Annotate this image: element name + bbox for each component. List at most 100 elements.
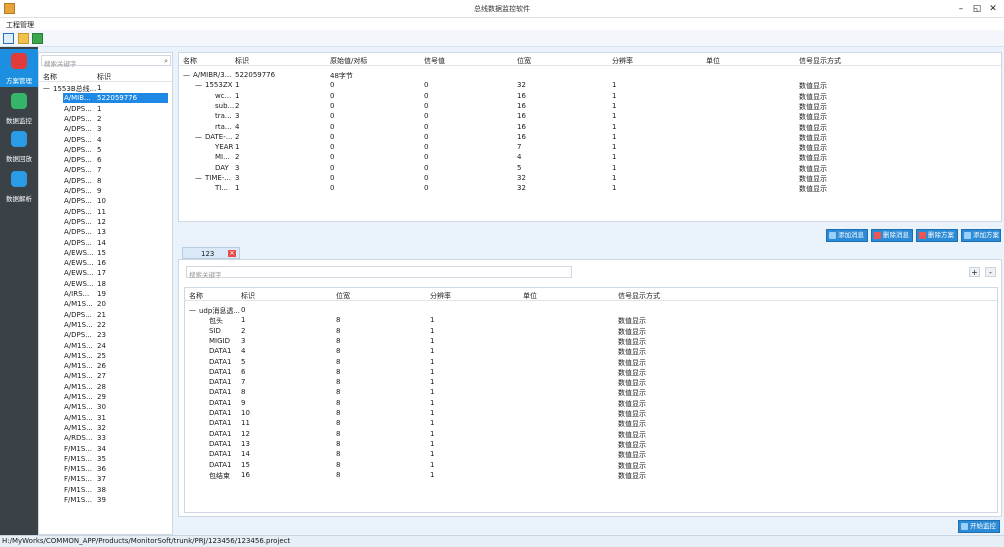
nav-parse[interactable]: 数据解析 — [0, 167, 38, 205]
table-row[interactable]: MIGID 3 8 1 数值显示 — [185, 336, 997, 346]
table-row[interactable]: TI... 1 0 0 32 1 数值显示 — [179, 183, 1001, 193]
table-row[interactable]: 包结束 16 8 1 数值显示 — [185, 470, 997, 480]
table-row[interactable]: MI... 2 0 0 4 1 数值显示 — [179, 152, 1001, 162]
table-row[interactable]: DATA1 6 8 1 数值显示 — [185, 367, 997, 377]
table-row[interactable]: —1553ZX 1 0 0 32 1 数值显示 — [179, 80, 1001, 90]
tree-toggle[interactable]: — — [189, 306, 196, 314]
minimize-button[interactable]: – — [954, 3, 968, 15]
add-message-button[interactable]: 添加消息 — [826, 229, 868, 242]
nav-scheme[interactable]: 方案管理 — [0, 49, 38, 87]
tree-item[interactable]: A/M1S... 31 — [39, 413, 172, 423]
tree-item[interactable]: F/M1S... 34 — [39, 444, 172, 454]
table-row[interactable]: 包头 1 8 1 数值显示 — [185, 315, 997, 325]
tree-item[interactable]: A/EWS... 18 — [39, 279, 172, 289]
nav-monitor[interactable]: 数据监控 — [0, 89, 38, 127]
column-header[interactable]: 名称 — [189, 291, 203, 301]
tree-item[interactable]: A/M1S... 20 — [39, 299, 172, 309]
tree-toggle[interactable]: — — [195, 81, 202, 89]
tree-item[interactable]: A/DPS... 13 — [39, 227, 172, 237]
column-header[interactable]: 信号值 — [424, 56, 445, 66]
expand-button[interactable]: + — [969, 267, 980, 277]
tree-item[interactable]: A/EWS... 17 — [39, 268, 172, 278]
tree-item[interactable]: A/EWS... 15 — [39, 248, 172, 258]
tree-item[interactable]: A/DPS... 5 — [39, 145, 172, 155]
tree-item[interactable]: F/M1S... 38 — [39, 485, 172, 495]
table-row[interactable]: — A/MIBR/3... 522059776 48字节 — [179, 70, 1001, 80]
tree-item[interactable]: A/DPS... 4 — [39, 135, 172, 145]
tree-item[interactable]: A/M1S... 32 — [39, 423, 172, 433]
tree-item[interactable]: A/DPS... 6 — [39, 155, 172, 165]
tree-item[interactable]: A/EWS... 16 — [39, 258, 172, 268]
close-icon[interactable]: ✕ — [228, 250, 236, 257]
tree-item[interactable]: F/M1S... 37 — [39, 474, 172, 484]
column-header[interactable]: 单位 — [523, 291, 537, 301]
new-icon[interactable] — [3, 33, 14, 44]
table-row[interactable]: — udp消息透... 0 — [185, 305, 997, 315]
restore-button[interactable]: ◱ — [970, 3, 984, 15]
tree-item[interactable]: A/M1S... 29 — [39, 392, 172, 402]
tree-item[interactable]: A/DPS... 3 — [39, 124, 172, 134]
tree-toggle[interactable]: — — [183, 71, 190, 79]
column-header[interactable]: 标识 — [241, 291, 255, 301]
table-row[interactable]: YEAR 1 0 0 7 1 数值显示 — [179, 142, 1001, 152]
table-row[interactable]: DATA1 15 8 1 数值显示 — [185, 460, 997, 470]
tree-item[interactable]: A/M1S... 24 — [39, 341, 172, 351]
tree-item[interactable]: A/DPS... 9 — [39, 186, 172, 196]
table-row[interactable]: DATA1 10 8 1 数值显示 — [185, 408, 997, 418]
tree-toggle[interactable]: — — [43, 84, 50, 92]
column-header[interactable]: 原始值/对标 — [330, 56, 367, 66]
tree-item[interactable]: A/M1S... 25 — [39, 351, 172, 361]
tree-root-item[interactable]: —1553B总线... 1 — [39, 83, 172, 93]
tree-item[interactable]: A/DPS... 10 — [39, 196, 172, 206]
tree-item[interactable]: A/M1S... 26 — [39, 361, 172, 371]
column-header[interactable]: 位宽 — [517, 56, 531, 66]
tree-item[interactable]: F/M1S... 36 — [39, 464, 172, 474]
tree-item[interactable]: A/DPS... 23 — [39, 330, 172, 340]
add-scheme-button[interactable]: 添加方案 — [961, 229, 1001, 242]
tree-search-input[interactable]: 搜索关键字 ⌕ — [41, 55, 171, 68]
tree-item[interactable]: A/DPS... 2 — [39, 114, 172, 124]
open-icon[interactable] — [18, 33, 29, 44]
table-row[interactable]: DAY 3 0 0 5 1 数值显示 — [179, 163, 1001, 173]
tree-item[interactable]: A/DPS... 12 — [39, 217, 172, 227]
column-header[interactable]: 信号显示方式 — [618, 291, 660, 301]
tree-item[interactable]: F/M1S... 39 — [39, 495, 172, 505]
tree-item[interactable]: A/DPS... 7 — [39, 165, 172, 175]
column-header[interactable]: 分辨率 — [430, 291, 451, 301]
table-row[interactable]: DATA1 9 8 1 数值显示 — [185, 398, 997, 408]
table-row[interactable]: DATA1 8 8 1 数值显示 — [185, 387, 997, 397]
tree-item[interactable]: A/M1S... 22 — [39, 320, 172, 330]
column-header[interactable]: 名称 — [183, 56, 197, 66]
table-row[interactable]: — DATE-... 2 0 0 16 1 数值显示 — [179, 132, 1001, 142]
table-row[interactable]: sub... 2 0 0 16 1 数值显示 — [179, 101, 1001, 111]
nav-playback[interactable]: 数据回放 — [0, 127, 38, 165]
column-header[interactable]: 单位 — [706, 56, 720, 66]
column-header[interactable]: 分辨率 — [612, 56, 633, 66]
tree-item[interactable]: A/DPS... 8 — [39, 176, 172, 186]
delete-message-button[interactable]: 删除消息 — [871, 229, 913, 242]
search-icon[interactable]: ⌕ — [164, 57, 168, 66]
tree-toggle[interactable]: — — [195, 133, 202, 141]
column-header[interactable]: 位宽 — [336, 291, 350, 301]
tree-item[interactable]: A/DPS... 11 — [39, 207, 172, 217]
table-row[interactable]: DATA1 11 8 1 数值显示 — [185, 418, 997, 428]
tree-toggle[interactable]: — — [195, 174, 202, 182]
table-row[interactable]: DATA1 5 8 1 数值显示 — [185, 357, 997, 367]
table-row[interactable]: — TIME-... 3 0 0 32 1 数值显示 — [179, 173, 1001, 183]
start-monitor-button[interactable]: 开始监控 — [958, 520, 1000, 533]
tree-item[interactable]: A/RDS... 33 — [39, 433, 172, 443]
table-row[interactable]: SID 2 8 1 数值显示 — [185, 326, 997, 336]
column-header[interactable]: 标识 — [235, 56, 249, 66]
column-header[interactable]: 信号显示方式 — [799, 56, 841, 66]
message-search-input[interactable]: 搜索关键字 — [186, 266, 572, 279]
tree-item[interactable]: A/IRS... 19 — [39, 289, 172, 299]
delete-scheme-button[interactable]: 删除方案 — [916, 229, 958, 242]
close-button[interactable]: ✕ — [986, 3, 1000, 15]
menu-project[interactable]: 工程管理 — [6, 20, 34, 30]
tree-item[interactable]: A/DPS... 14 — [39, 238, 172, 248]
table-row[interactable]: DATA1 14 8 1 数值显示 — [185, 449, 997, 459]
tree-item[interactable]: A/M1S... 27 — [39, 371, 172, 381]
table-row[interactable]: wc... 1 0 0 16 1 数值显示 — [179, 91, 1001, 101]
table-row[interactable]: tra... 3 0 0 16 1 数值显示 — [179, 111, 1001, 121]
tab-123[interactable]: 123 ✕ — [182, 247, 240, 259]
